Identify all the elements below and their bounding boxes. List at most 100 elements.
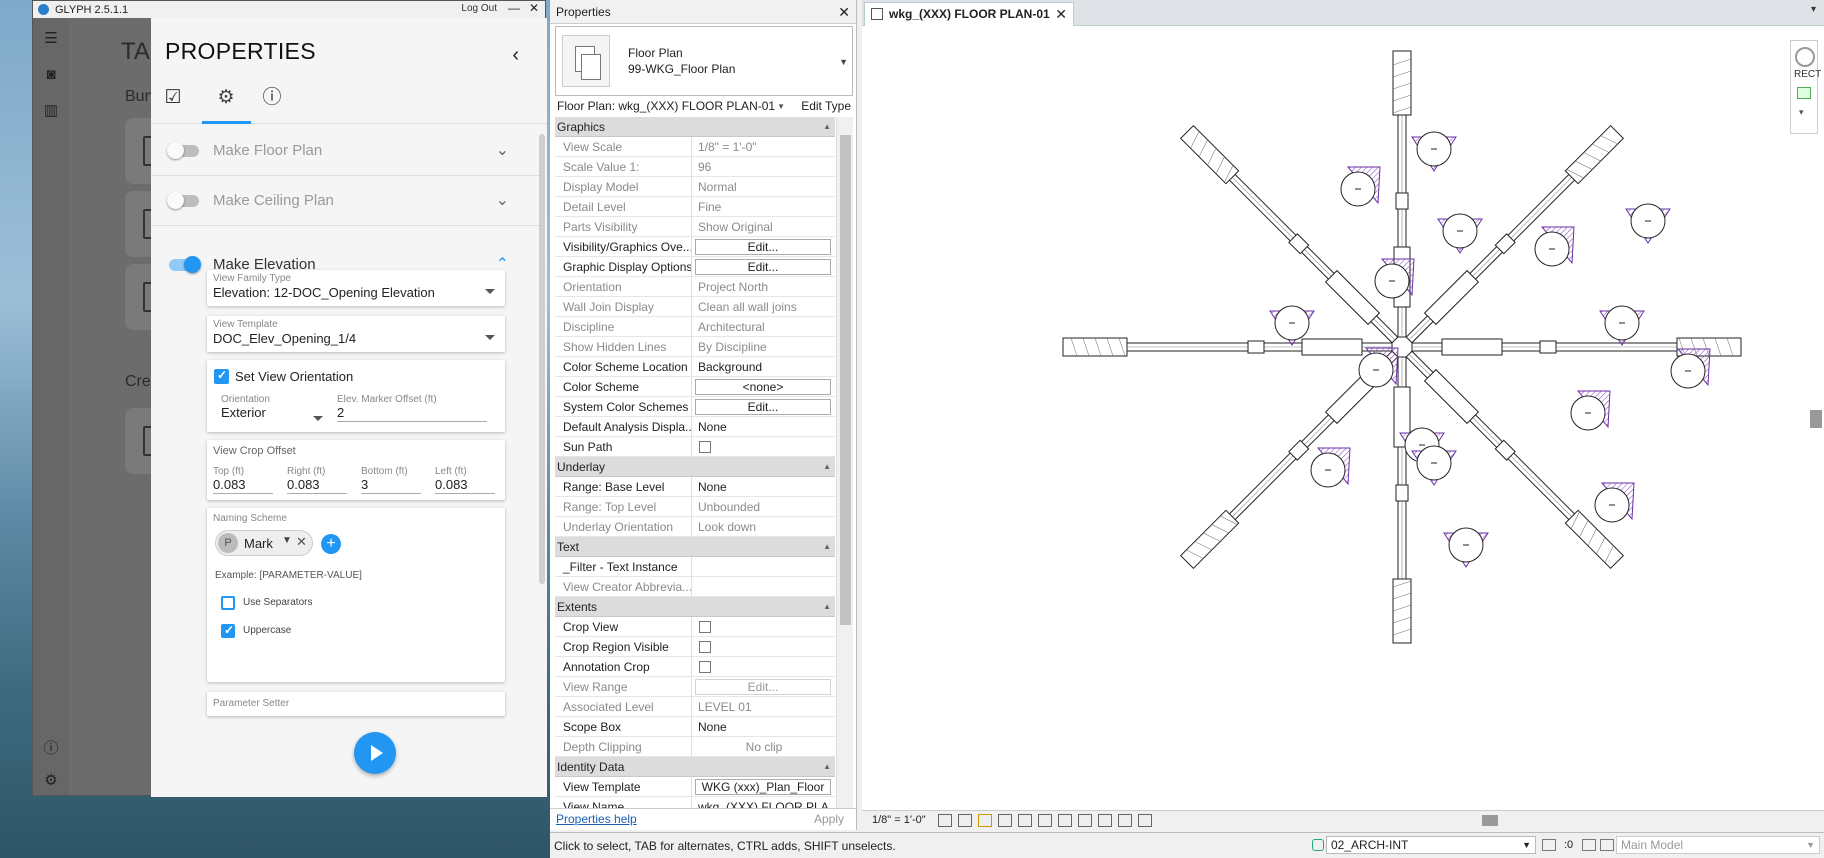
crop-top-field[interactable]: Top (ft) 0.083 xyxy=(213,466,273,494)
elevation-toggle[interactable] xyxy=(169,256,201,273)
navigation-bar[interactable]: RECT ▾ xyxy=(1790,40,1821,134)
property-value[interactable]: None xyxy=(693,717,835,737)
task-list-icon[interactable]: ☰ xyxy=(42,30,60,48)
floor-plan-toggle[interactable] xyxy=(167,142,199,159)
exclude-options-icon[interactable] xyxy=(1600,839,1614,851)
minimize-button[interactable]: — xyxy=(505,1,523,18)
property-value[interactable] xyxy=(693,557,835,577)
chart-icon[interactable]: ▥ xyxy=(42,102,60,120)
chevron-down-icon[interactable]: ⌄ xyxy=(496,140,509,160)
property-value[interactable]: LEVEL 01 xyxy=(693,697,835,717)
property-row[interactable]: Graphic Display Options Edit... xyxy=(555,257,835,277)
property-row[interactable]: Crop Region Visible xyxy=(555,637,835,657)
property-row[interactable]: Scope Box None xyxy=(555,717,835,737)
reveal-hidden-icon[interactable] xyxy=(1078,814,1092,827)
property-row[interactable]: Display Model Normal xyxy=(555,177,835,197)
collapse-caret-icon[interactable]: ▲ xyxy=(823,537,831,557)
property-value[interactable]: Normal xyxy=(693,177,835,197)
property-value[interactable]: Fine xyxy=(693,197,835,217)
property-row[interactable]: Crop View xyxy=(555,617,835,637)
property-group-header[interactable]: Graphics ▲ xyxy=(555,117,835,137)
run-button[interactable] xyxy=(354,732,396,774)
property-checkbox[interactable] xyxy=(699,661,711,673)
gear-icon[interactable]: ⚙ xyxy=(214,86,238,110)
robot-icon[interactable]: ◙ xyxy=(42,66,60,84)
property-value[interactable]: 1/8" = 1'-0" xyxy=(693,137,835,157)
crop-right-field[interactable]: Right (ft) 0.083 xyxy=(287,466,347,494)
property-value[interactable]: No clip xyxy=(693,737,835,757)
elev-marker-offset-field[interactable]: Elev. Marker Offset (ft) 2 xyxy=(337,394,487,422)
property-row[interactable]: View Range Edit... xyxy=(555,677,835,697)
property-row[interactable]: Range: Top Level Unbounded xyxy=(555,497,835,517)
ceiling-plan-toggle[interactable] xyxy=(167,192,199,209)
property-group-header[interactable]: Underlay ▲ xyxy=(555,457,835,477)
property-checkbox[interactable] xyxy=(699,621,711,633)
property-row[interactable]: Parts Visibility Show Original xyxy=(555,217,835,237)
property-row[interactable]: Annotation Crop xyxy=(555,657,835,677)
view-family-type-select[interactable]: View Family Type Elevation: 12-DOC_Openi… xyxy=(207,270,505,306)
model-selector[interactable]: Main Model ▼ xyxy=(1616,836,1820,854)
chevron-down-icon[interactable]: ⌄ xyxy=(496,190,509,210)
property-value[interactable]: Project North xyxy=(693,277,835,297)
property-group-header[interactable]: Text ▲ xyxy=(555,537,835,557)
show-crop-icon[interactable] xyxy=(1038,814,1052,827)
temporary-hide-icon[interactable] xyxy=(1058,814,1072,827)
property-value[interactable]: Unbounded xyxy=(693,497,835,517)
close-button[interactable]: ✕ xyxy=(525,1,543,18)
use-separators-checkbox[interactable] xyxy=(221,596,235,610)
orientation-select[interactable]: Orientation Exterior xyxy=(221,394,331,421)
property-value[interactable]: Architectural xyxy=(693,317,835,337)
crop-bottom-field[interactable]: Bottom (ft) 3 xyxy=(361,466,421,494)
property-row[interactable]: Color Scheme <none> xyxy=(555,377,835,397)
property-row[interactable]: Detail Level Fine xyxy=(555,197,835,217)
close-tab-icon[interactable]: ✕ xyxy=(1055,3,1067,25)
view-scroll-thumb[interactable] xyxy=(1810,410,1822,428)
view-tab[interactable]: wkg_(XXX) FLOOR PLAN-01 ✕ xyxy=(864,2,1074,26)
info-icon[interactable]: ⓘ xyxy=(260,86,284,110)
property-row[interactable]: Underlay Orientation Look down xyxy=(555,517,835,537)
property-row[interactable]: Wall Join Display Clean all wall joins xyxy=(555,297,835,317)
property-group-header[interactable]: Extents ▲ xyxy=(555,597,835,617)
parameter-setter-box[interactable]: Parameter Setter xyxy=(207,692,505,716)
property-edit-button[interactable]: Edit... xyxy=(695,679,831,695)
close-icon[interactable]: ✕ xyxy=(838,0,850,24)
floor-plan-canvas[interactable] xyxy=(862,27,1822,807)
property-row[interactable]: View Creator Abbrevia... xyxy=(555,577,835,597)
property-edit-button[interactable]: Edit... xyxy=(695,399,831,415)
property-value[interactable]: Look down xyxy=(693,517,835,537)
info-rail-icon[interactable]: ⓘ xyxy=(42,740,60,758)
property-row[interactable]: Scale Value 1: 96 xyxy=(555,157,835,177)
property-group-header[interactable]: Identity Data ▲ xyxy=(555,757,835,777)
set-view-orientation-checkbox[interactable] xyxy=(214,368,229,384)
property-value[interactable] xyxy=(693,577,835,597)
property-row[interactable]: View Scale 1/8" = 1'-0" xyxy=(555,137,835,157)
shadows-icon[interactable] xyxy=(998,814,1012,827)
add-parameter-button[interactable]: + xyxy=(321,534,341,554)
property-checkbox[interactable] xyxy=(699,441,711,453)
settings-rail-icon[interactable]: ⚙ xyxy=(42,772,60,790)
uppercase-checkbox[interactable] xyxy=(221,623,235,638)
collapse-caret-icon[interactable]: ▲ xyxy=(823,457,831,477)
collapse-caret-icon[interactable]: ▲ xyxy=(823,597,831,617)
collapse-caret-icon[interactable]: ▲ xyxy=(823,117,831,137)
property-value[interactable]: 96 xyxy=(693,157,835,177)
property-row[interactable]: Range: Base Level None xyxy=(555,477,835,497)
horizontal-scroll-thumb[interactable] xyxy=(1482,815,1498,826)
apply-button[interactable]: Apply xyxy=(814,812,844,826)
edit-type-button[interactable]: Edit Type xyxy=(792,98,853,115)
nav-dropdown-icon[interactable]: ▾ xyxy=(1799,107,1804,118)
property-value[interactable]: By Discipline xyxy=(693,337,835,357)
workset-selector[interactable]: 02_ARCH-INT ▼ xyxy=(1326,836,1536,854)
visual-style-icon[interactable] xyxy=(958,814,972,827)
scroll-thumb[interactable] xyxy=(840,135,851,625)
collapse-caret-icon[interactable]: ▲ xyxy=(823,757,831,777)
property-row[interactable]: Visibility/Graphics Ove... Edit... xyxy=(555,237,835,257)
type-selector[interactable]: Floor Plan 99-WKG_Floor Plan ▼ xyxy=(555,26,853,96)
instance-selector[interactable]: Floor Plan: wkg_(XXX) FLOOR PLAN-01 ▼ xyxy=(555,98,791,115)
dropdown-arrow-icon[interactable]: ▼ xyxy=(839,57,848,67)
chip-remove-icon[interactable]: ✕ xyxy=(296,534,307,550)
view-scale[interactable]: 1/8" = 1'-0" xyxy=(872,814,926,826)
panel-scrollbar[interactable] xyxy=(539,134,545,584)
checklist-icon[interactable]: ☑ xyxy=(161,86,185,110)
property-row[interactable]: _Filter - Text Instance xyxy=(555,557,835,577)
